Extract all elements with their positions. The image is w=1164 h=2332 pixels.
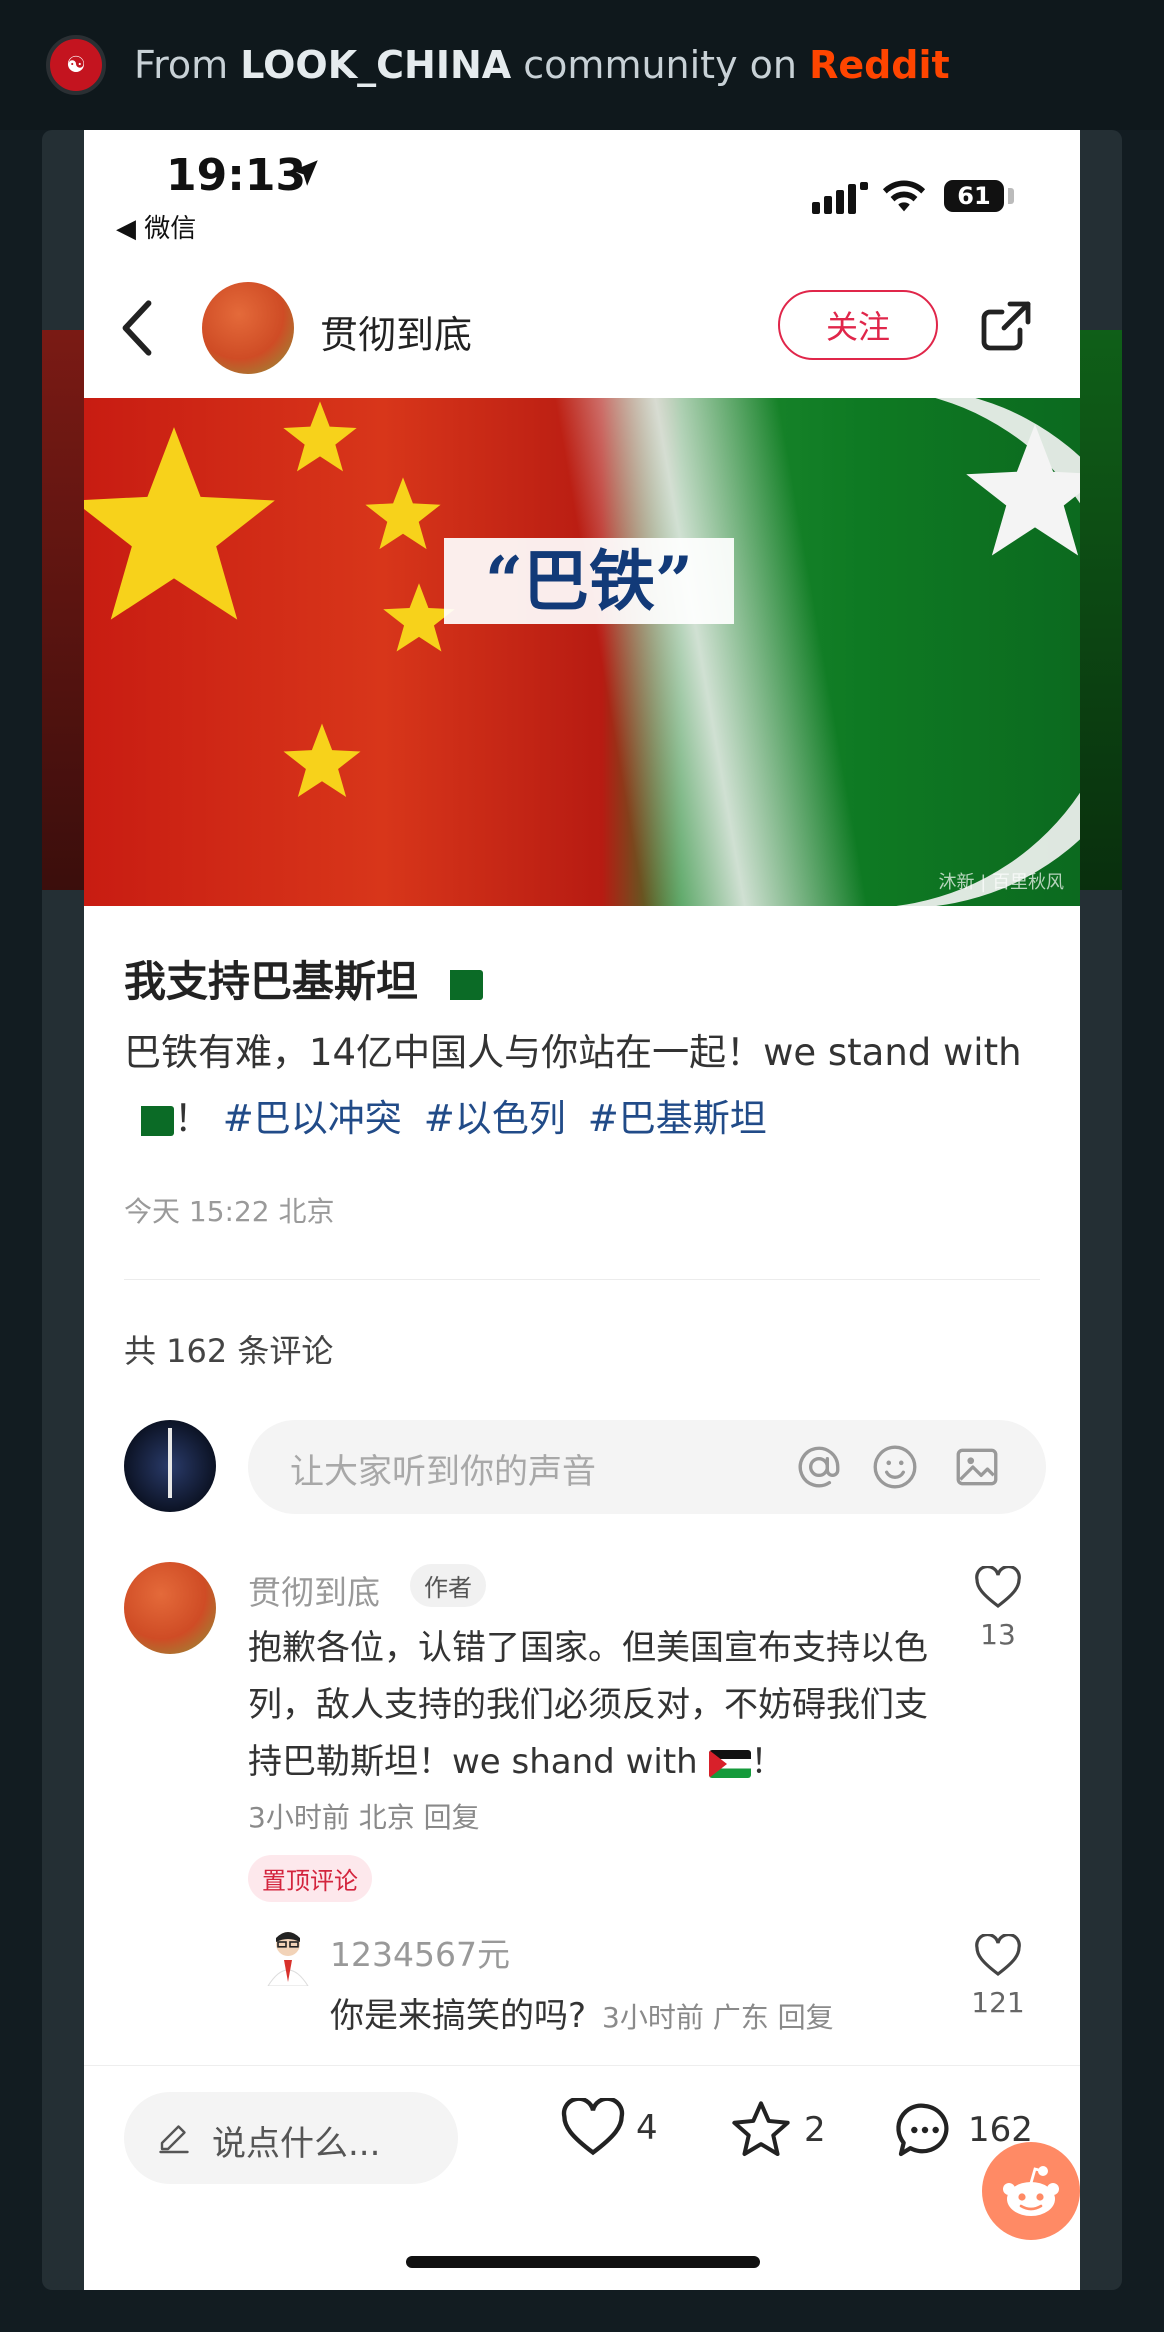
post-like-count: 4 — [636, 2108, 658, 2148]
author-avatar[interactable] — [202, 282, 294, 374]
banner-prefix: From — [134, 43, 241, 87]
phone-screen: 19:13 ◀ 微信 61 贯彻到底 关注 “巴铁” 沐新 | 百里秋风 我支持… — [84, 130, 1080, 2290]
reply-text: 你是来搞笑的吗? 3小时前 广东 回复 — [330, 1988, 834, 2037]
home-indicator[interactable] — [406, 2256, 760, 2268]
hashtag-link[interactable]: #以色列 — [424, 1097, 566, 1140]
like-count: 121 — [971, 1986, 1025, 2019]
pencil-icon — [159, 2125, 189, 2154]
banner-text: From LOOK_CHINA community on Reddit — [134, 43, 950, 87]
reply-author[interactable]: 1234567元 — [330, 1928, 510, 1976]
back-to-app-link[interactable]: ◀ 微信 — [116, 208, 196, 245]
cellular-signal-icon — [812, 182, 868, 214]
comment-like[interactable]: 13 — [958, 1564, 1038, 1651]
reddit-snoo-icon[interactable] — [982, 2142, 1080, 2240]
post-body-suffix: ！ — [174, 1097, 223, 1140]
star-outline-icon[interactable] — [728, 2098, 794, 2162]
comment-text: 抱歉各位，认错了国家。但美国宣布支持以色列，敌人支持的我们必须反对，不妨碍我们支… — [248, 1620, 958, 1791]
wifi-icon — [882, 180, 926, 212]
share-icon[interactable] — [978, 298, 1034, 354]
emoji-icon[interactable] — [870, 1442, 920, 1492]
say-something-input[interactable]: 说点什么... — [124, 2092, 458, 2184]
pakistan-flag-icon — [438, 969, 483, 1000]
post-title-text: 我支持巴基斯坦 — [124, 957, 419, 1006]
comment-input[interactable]: 让大家听到你的声音 — [248, 1420, 1046, 1514]
post-like-action[interactable]: 4 — [560, 2098, 658, 2158]
comment-avatar[interactable] — [124, 1562, 216, 1654]
comment-count: 共 162 条评论 — [124, 1332, 334, 1370]
say-something-placeholder: 说点什么... — [212, 2124, 381, 2164]
pinned-badge: 置顶评论 — [248, 1855, 372, 1902]
author-name[interactable]: 贯彻到底 — [320, 304, 472, 359]
small-star-icon — [283, 723, 361, 797]
divider — [124, 1279, 1040, 1280]
bottom-bar-divider — [84, 2065, 1080, 2066]
reply-like[interactable]: 121 — [958, 1932, 1038, 2019]
snoo-face-icon — [1003, 2166, 1059, 2216]
author-badge: 作者 — [410, 1564, 486, 1607]
community-name[interactable]: LOOK_CHINA — [240, 43, 511, 87]
location-arrow-icon — [292, 160, 318, 186]
small-star-icon — [365, 477, 441, 550]
comment-meta[interactable]: 3小时前 北京 回复 — [248, 1796, 480, 1836]
white-star-icon — [966, 424, 1080, 556]
heart-outline-icon[interactable] — [974, 1564, 1022, 1610]
large-star-icon — [84, 427, 275, 620]
hero-caption: “巴铁” — [444, 538, 734, 624]
battery-indicator: 61 — [944, 180, 1004, 212]
post-title: 我支持巴基斯坦 — [124, 948, 483, 1009]
pakistan-flag-icon — [130, 1105, 174, 1136]
small-star-icon — [283, 401, 357, 472]
back-arrow-icon[interactable] — [120, 300, 154, 356]
comment-text-suffix: ！ — [750, 1742, 785, 1782]
platform-name[interactable]: Reddit — [809, 43, 950, 87]
like-count: 13 — [980, 1618, 1016, 1651]
palestine-flag-icon — [708, 1749, 751, 1778]
reply-text-body: 你是来搞笑的吗? — [330, 1996, 587, 2036]
comment-bubble-icon[interactable] — [892, 2098, 958, 2162]
current-user-avatar — [124, 1420, 216, 1512]
comment-text-body: 抱歉各位，认错了国家。但美国宣布支持以色列，敌人支持的我们必须反对，不妨碍我们支… — [248, 1628, 928, 1782]
comment-author[interactable]: 贯彻到底 — [248, 1566, 380, 1614]
follow-button[interactable]: 关注 — [778, 290, 938, 360]
post-favorite-count: 2 — [804, 2110, 826, 2150]
reply-avatar[interactable] — [260, 1926, 316, 1986]
post-header: 贯彻到底 关注 — [84, 270, 1080, 390]
post-timestamp: 今天 15:22 北京 — [124, 1195, 335, 1228]
status-time: 19:13 — [166, 150, 307, 201]
heart-outline-icon[interactable] — [974, 1932, 1022, 1978]
hashtag-link[interactable]: #巴基斯坦 — [588, 1097, 767, 1140]
mention-icon[interactable] — [794, 1442, 844, 1492]
reddit-share-banner: ☯ From LOOK_CHINA community on Reddit — [0, 0, 1164, 130]
community-icon: ☯ — [46, 35, 106, 95]
image-icon[interactable] — [952, 1442, 1002, 1492]
battery-cap — [1008, 188, 1014, 204]
hashtag-link[interactable]: #巴以冲突 — [223, 1097, 402, 1140]
comment-input-placeholder: 让大家听到你的声音 — [290, 1452, 596, 1492]
status-bar: 19:13 ◀ 微信 61 — [84, 130, 1080, 260]
post-favorite-action[interactable]: 2 — [728, 2098, 826, 2162]
post-body: 巴铁有难，14亿中国人与你站在一起！we stand with ！ #巴以冲突 #… — [124, 1020, 1040, 1152]
reply-meta[interactable]: 3小时前 广东 回复 — [602, 2001, 834, 2034]
banner-middle: community on — [511, 43, 810, 87]
post-hero-image[interactable]: “巴铁” 沐新 | 百里秋风 — [84, 398, 1080, 906]
heart-outline-icon[interactable] — [560, 2098, 626, 2158]
hero-watermark: 沐新 | 百里秋风 — [938, 872, 1064, 893]
post-body-text: 巴铁有难，14亿中国人与你站在一起！we stand with — [124, 1031, 1022, 1074]
